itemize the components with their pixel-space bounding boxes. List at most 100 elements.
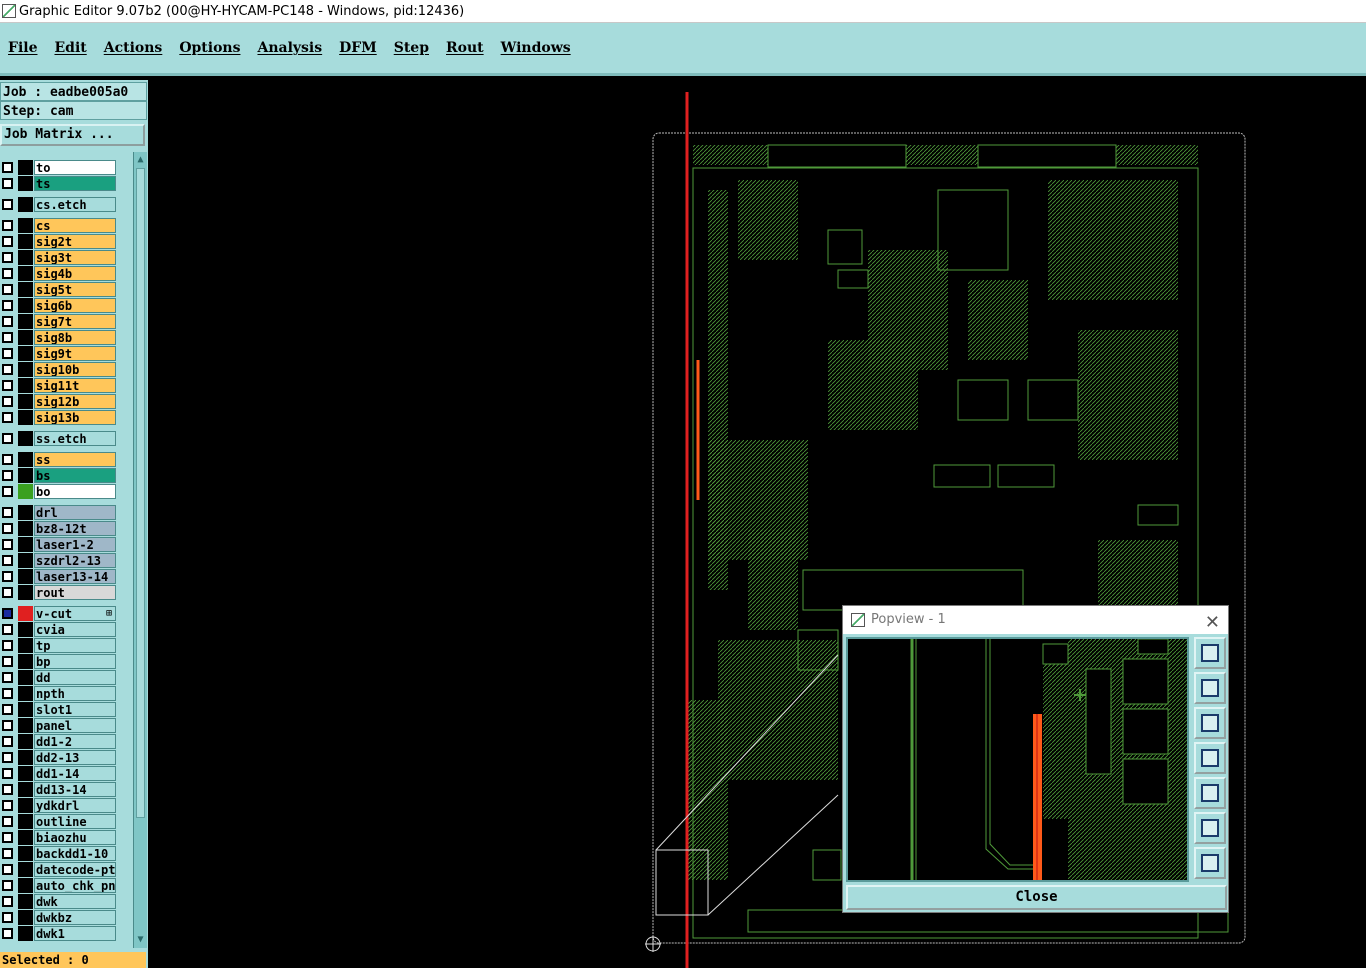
pan-left-button[interactable] [1194, 742, 1226, 774]
layer-row[interactable]: sig9t [0, 346, 117, 361]
layer-checkbox[interactable] [2, 912, 13, 923]
layer-name[interactable]: sig10b [34, 362, 116, 377]
layer-name[interactable]: outline [34, 814, 116, 829]
layer-name[interactable]: panel [34, 718, 116, 733]
layer-row[interactable]: auto_chk_pn [0, 878, 117, 893]
layer-name[interactable]: sig6b [34, 298, 116, 313]
layer-name[interactable]: v-cut [34, 606, 116, 621]
layer-row[interactable]: bo [0, 484, 117, 499]
layer-row[interactable]: sig6b [0, 298, 117, 313]
job-matrix-button[interactable]: Job Matrix ... [0, 124, 145, 146]
layer-checkbox[interactable] [2, 236, 13, 247]
layer-row[interactable]: bp [0, 654, 117, 669]
layer-color-swatch[interactable] [18, 910, 33, 925]
layer-row[interactable]: laser1-2 [0, 537, 117, 552]
layer-checkbox[interactable] [2, 364, 13, 375]
layer-checkbox[interactable] [2, 896, 13, 907]
layer-name[interactable]: tp [34, 638, 116, 653]
layer-name[interactable]: rout [34, 585, 116, 600]
close-icon[interactable]: ✕ [1205, 609, 1220, 637]
layer-row[interactable]: dwkbz [0, 910, 117, 925]
layer-name[interactable]: ydkdrl [34, 798, 116, 813]
layer-name[interactable]: dwk1 [34, 926, 116, 941]
layer-name[interactable]: sig9t [34, 346, 116, 361]
layer-row[interactable]: sig3t [0, 250, 117, 265]
layer-checkbox[interactable] [2, 571, 13, 582]
layer-checkbox[interactable] [2, 454, 13, 465]
layer-checkbox[interactable] [2, 433, 13, 444]
menu-actions[interactable]: Actions [104, 40, 163, 56]
layer-row[interactable]: tp [0, 638, 117, 653]
layer-checkbox[interactable] [2, 162, 13, 173]
layer-checkbox[interactable] [2, 380, 13, 391]
layer-color-swatch[interactable] [18, 378, 33, 393]
layer-row[interactable]: cs [0, 218, 117, 233]
layer-name[interactable]: auto_chk_pn [34, 878, 116, 893]
layer-checkbox[interactable] [2, 656, 13, 667]
layer-row[interactable]: outline [0, 814, 117, 829]
layer-checkbox[interactable] [2, 800, 13, 811]
layer-checkbox[interactable] [2, 348, 13, 359]
layer-row[interactable]: ydkdrl [0, 798, 117, 813]
layer-color-swatch[interactable] [18, 606, 33, 621]
layer-color-swatch[interactable] [18, 750, 33, 765]
layer-name[interactable]: sig13b [34, 410, 116, 425]
layer-color-swatch[interactable] [18, 654, 33, 669]
layer-checkbox[interactable] [2, 220, 13, 231]
layer-color-swatch[interactable] [18, 282, 33, 297]
layer-color-swatch[interactable] [18, 782, 33, 797]
layer-name[interactable]: ss [34, 452, 116, 467]
layer-name[interactable]: to [34, 160, 116, 175]
layer-name[interactable]: dd1-2 [34, 734, 116, 749]
layer-checkbox[interactable] [2, 268, 13, 279]
layer-checkbox[interactable] [2, 507, 13, 518]
layer-name[interactable]: drl [34, 505, 116, 520]
layer-checkbox[interactable] [2, 523, 13, 534]
layer-name[interactable]: npth [34, 686, 116, 701]
layer-name[interactable]: laser1-2 [34, 537, 116, 552]
layer-checkbox[interactable] [2, 672, 13, 683]
scroll-down-icon[interactable]: ▼ [135, 934, 146, 946]
layer-name[interactable]: dd1-14 [34, 766, 116, 781]
layer-color-swatch[interactable] [18, 894, 33, 909]
layer-checkbox[interactable] [2, 486, 13, 497]
layer-checkbox[interactable] [2, 332, 13, 343]
layer-color-swatch[interactable] [18, 218, 33, 233]
layer-name[interactable]: sig4b [34, 266, 116, 281]
layer-checkbox[interactable] [2, 252, 13, 263]
scroll-thumb[interactable] [136, 168, 145, 818]
layer-checkbox[interactable] [2, 768, 13, 779]
layer-checkbox[interactable] [2, 412, 13, 423]
layer-color-swatch[interactable] [18, 553, 33, 568]
layer-checkbox[interactable] [2, 688, 13, 699]
menu-windows[interactable]: Windows [501, 40, 571, 56]
layer-color-swatch[interactable] [18, 638, 33, 653]
layer-color-swatch[interactable] [18, 686, 33, 701]
layer-color-swatch[interactable] [18, 505, 33, 520]
layer-color-swatch[interactable] [18, 862, 33, 877]
layer-color-swatch[interactable] [18, 766, 33, 781]
layer-checkbox[interactable] [2, 880, 13, 891]
menu-step[interactable]: Step [394, 40, 429, 56]
layer-row[interactable]: cs.etch [0, 197, 117, 212]
layer-name[interactable]: backdd1-10 [34, 846, 116, 861]
menu-edit[interactable]: Edit [54, 40, 86, 56]
layer-row[interactable]: sig2t [0, 234, 117, 249]
layer-row[interactable]: dd1-14 [0, 766, 117, 781]
layer-checkbox[interactable] [2, 752, 13, 763]
layer-checkbox[interactable] [2, 864, 13, 875]
layer-row[interactable]: v-cut ⊞ [0, 606, 117, 621]
layer-color-swatch[interactable] [18, 452, 33, 467]
layer-checkbox[interactable] [2, 624, 13, 635]
layer-row[interactable]: backdd1-10 [0, 846, 117, 861]
popview-close-button[interactable]: Close [846, 885, 1227, 910]
layer-checkbox[interactable] [2, 587, 13, 598]
layer-row[interactable]: sig5t [0, 282, 117, 297]
popview-viewport[interactable] [846, 637, 1189, 882]
layer-row[interactable]: sig12b [0, 394, 117, 409]
layer-color-swatch[interactable] [18, 330, 33, 345]
layer-name[interactable]: ss.etch [34, 431, 116, 446]
zoom-in-button[interactable] [1194, 812, 1226, 844]
menu-file[interactable]: File [8, 40, 37, 56]
layer-name[interactable]: cs [34, 218, 116, 233]
